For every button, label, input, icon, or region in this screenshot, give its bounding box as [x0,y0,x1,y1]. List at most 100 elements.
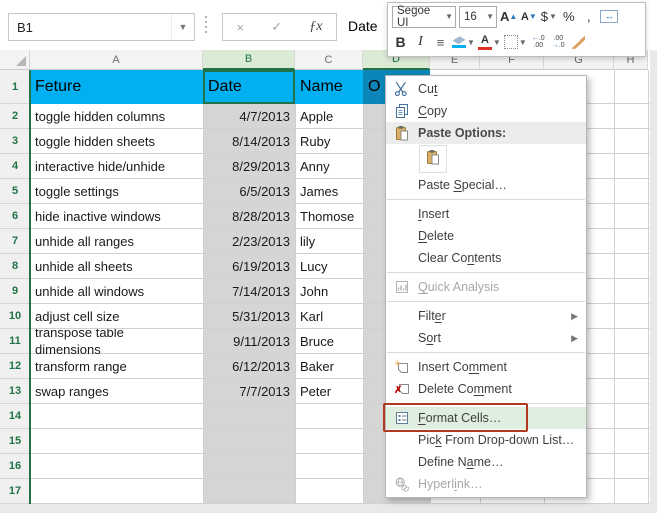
font-name-combo[interactable]: Segoe UI ▼ [392,5,456,29]
cell-b9[interactable]: 7/14/2013 [203,279,295,304]
cell-a1[interactable]: Feture [30,70,203,104]
row-header-11[interactable]: 11 [0,329,30,354]
cell-a11[interactable]: transpose table dimensions [30,329,203,354]
row-header-8[interactable]: 8 [0,254,30,279]
cell-a7[interactable]: unhide all ranges [30,229,203,254]
cell-c6[interactable]: Thomose [295,204,363,229]
center-align-button[interactable]: ≡ [432,32,449,53]
row-header-14[interactable]: 14 [0,404,30,429]
bold-button[interactable]: B [392,32,409,53]
row-header-9[interactable]: 9 [0,279,30,304]
percent-format-button[interactable]: % [560,6,577,27]
borders-button[interactable]: ▼ [503,32,527,53]
cell-a9[interactable]: unhide all windows [30,279,203,304]
menu-item-sort[interactable]: Sort ▶ [386,327,586,349]
menu-item-insert-comment[interactable]: ✳ Insert Comment [386,356,586,378]
cell-a5[interactable]: toggle settings [30,179,203,204]
cell-c8[interactable]: Lucy [295,254,363,279]
cell-b8[interactable]: 6/19/2013 [203,254,295,279]
cell-a2[interactable]: toggle hidden columns [30,104,203,129]
row-header-6[interactable]: 6 [0,204,30,229]
quick-analysis-icon [393,279,410,296]
shrink-font-button[interactable]: A ▼ [520,6,537,27]
row-header-13[interactable]: 13 [0,379,30,404]
cell-c7[interactable]: lily [295,229,363,254]
cell-b7[interactable]: 2/23/2013 [203,229,295,254]
row-header-2[interactable]: 2 [0,104,30,129]
fill-color-button[interactable]: ▼ [452,32,475,53]
menu-item-define-name[interactable]: Define Name… [386,451,586,473]
cell-c10[interactable]: Karl [295,304,363,329]
increase-decimal-button[interactable]: ←.0.00 [530,32,547,53]
menu-item-delete-comment[interactable]: ✗ Delete Comment [386,378,586,400]
select-all-corner[interactable] [0,50,30,70]
cell-c3[interactable]: Ruby [295,129,363,154]
row-header-17[interactable]: 17 [0,479,30,504]
row-header-3[interactable]: 3 [0,129,30,154]
menu-item-pick-from-drop-down-list[interactable]: Pick From Drop-down List… [386,429,586,451]
menu-item-delete[interactable]: Delete [386,225,586,247]
cell-c11[interactable]: Bruce [295,329,363,354]
decrease-decimal-button[interactable]: .00 →.0 [550,32,567,53]
cell-b2[interactable]: 4/7/2013 [203,104,295,129]
cell-c4[interactable]: Anny [295,154,363,179]
menu-item-paste-options[interactable]: Paste Options: [386,122,586,144]
italic-button[interactable]: I [412,32,429,53]
cell-a3[interactable]: toggle hidden sheets [30,129,203,154]
cell-c9[interactable]: John [295,279,363,304]
cell-b5[interactable]: 6/5/2013 [203,179,295,204]
grow-font-button[interactable]: A ▲ [500,6,517,27]
row-header-15[interactable]: 15 [0,429,30,454]
paste-option-button[interactable] [419,145,447,173]
row-header-7[interactable]: 7 [0,229,30,254]
cell-b6[interactable]: 8/28/2013 [203,204,295,229]
cell-b13[interactable]: 7/7/2013 [203,379,295,404]
cell-b11[interactable]: 9/11/2013 [203,329,295,354]
currency-format-button[interactable]: $ ▼ [540,6,557,27]
column-header-b[interactable]: B [203,50,295,70]
enter-icon[interactable]: ✓ [271,19,282,35]
menu-item-insert[interactable]: Insert [386,203,586,225]
merge-center-button[interactable]: ↔ [600,6,619,27]
cell-a4[interactable]: interactive hide/unhide [30,154,203,179]
menu-item-copy[interactable]: Copy [386,100,586,122]
cell-a6[interactable]: hide inactive windows [30,204,203,229]
row-header-12[interactable]: 12 [0,354,30,379]
comma-format-button[interactable]: , [580,6,597,27]
font-size-combo[interactable]: 16 ▼ [459,5,497,28]
cell-c12[interactable]: Baker [295,354,363,379]
cell-b10[interactable]: 5/31/2013 [203,304,295,329]
cell-a13[interactable]: swap ranges [30,379,203,404]
cell-a8[interactable]: unhide all sheets [30,254,203,279]
format-painter-button[interactable] [570,32,587,53]
menu-item-cut[interactable]: Cut [386,78,586,100]
menu-item-label: Insert Comment [418,360,507,374]
cell-b4[interactable]: 8/29/2013 [203,154,295,179]
name-box[interactable]: B1 ▼ [8,13,195,41]
column-header-a[interactable]: A [30,50,203,70]
formula-bar-input[interactable]: Date [348,13,378,39]
cell-a12[interactable]: transform range [30,354,203,379]
column-header-c[interactable]: C [295,50,363,70]
font-color-button[interactable]: A ▼ [477,32,501,53]
row-header-4[interactable]: 4 [0,154,30,179]
cancel-icon[interactable]: × [237,20,245,35]
cell-c5[interactable]: James [295,179,363,204]
menu-item-clear-contents[interactable]: Clear Contents [386,247,586,269]
row-header-1[interactable]: 1 [0,70,30,104]
name-box-dropdown-arrow[interactable]: ▼ [171,14,194,40]
cell-b3[interactable]: 8/14/2013 [203,129,295,154]
insert-function-icon[interactable]: ƒx [309,19,322,35]
row-header-10[interactable]: 10 [0,304,30,329]
cell-c2[interactable]: Apple [295,104,363,129]
context-menu: Cut Copy Paste Options: Paste Special… Inser… [385,75,587,498]
cell-c13[interactable]: Peter [295,379,363,404]
cell-a10[interactable]: adjust cell size [30,304,203,329]
cell-c1[interactable]: Name [295,70,363,104]
menu-item-filter[interactable]: Filter ▶ [386,305,586,327]
cell-b12[interactable]: 6/12/2013 [203,354,295,379]
menu-item-format-cells[interactable]: Format Cells… [386,407,586,429]
row-header-5[interactable]: 5 [0,179,30,204]
row-header-16[interactable]: 16 [0,454,30,479]
menu-item-paste-special[interactable]: Paste Special… [386,174,586,196]
